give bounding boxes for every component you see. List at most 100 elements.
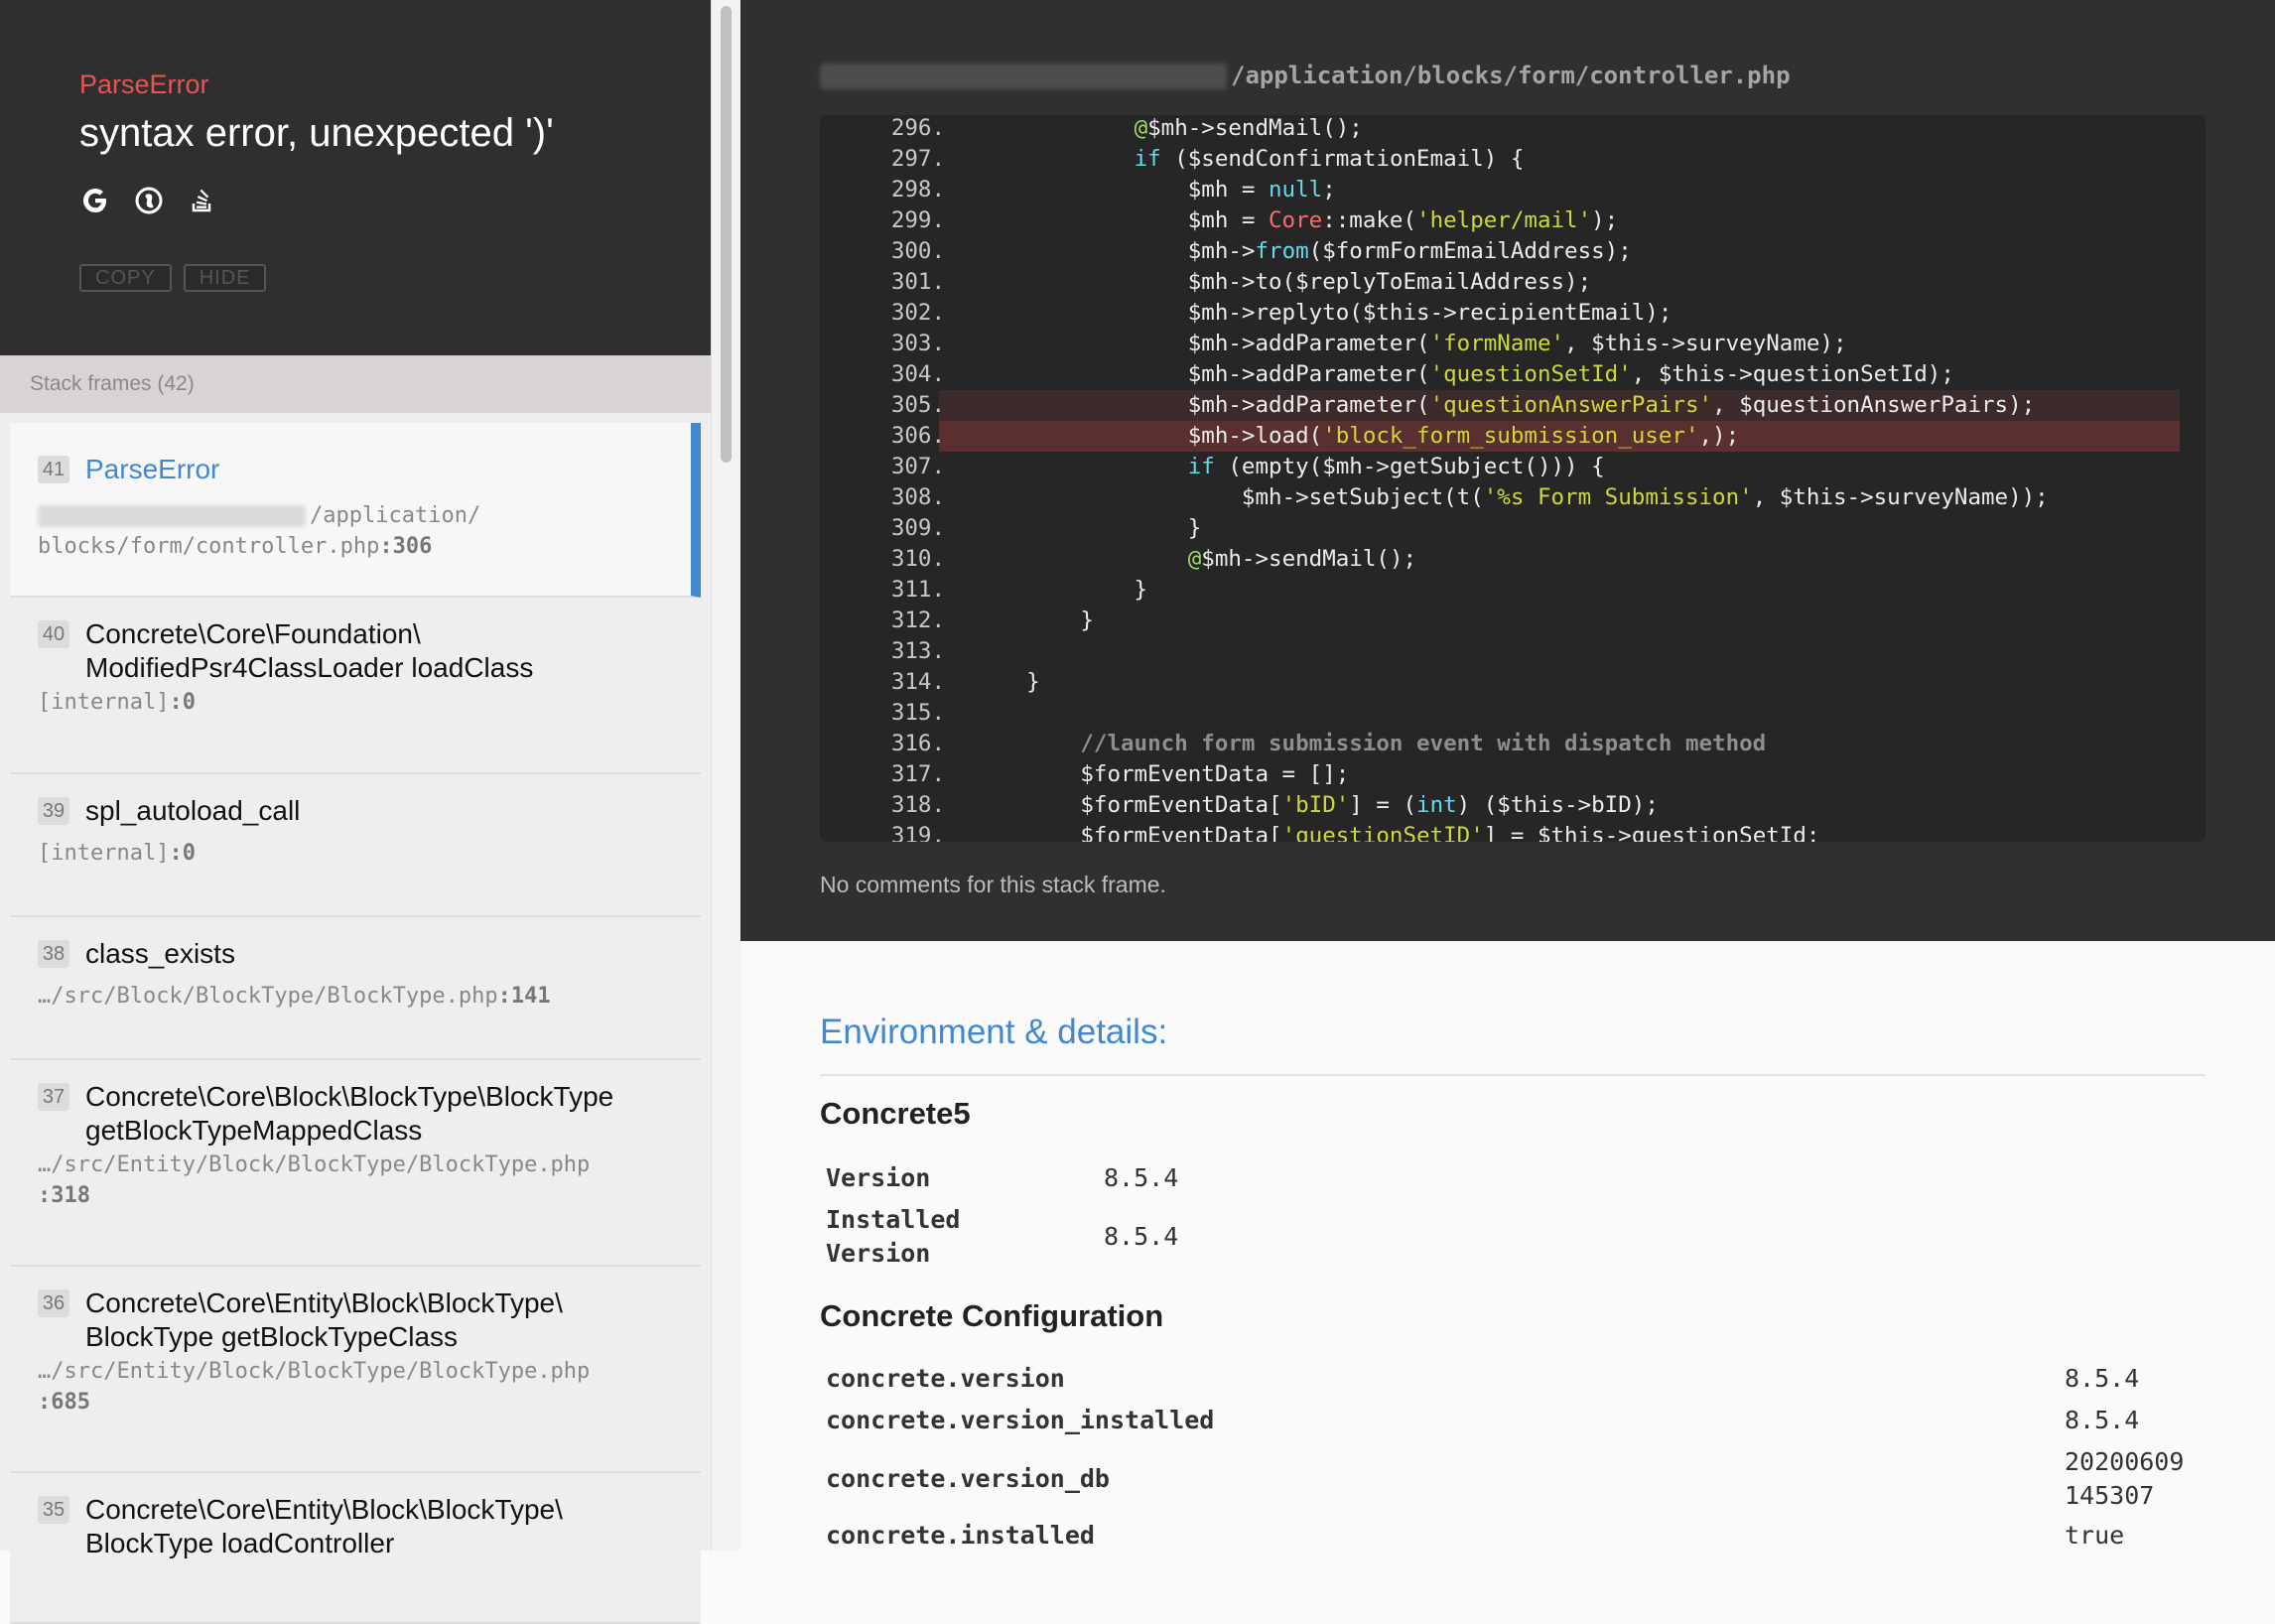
code-text: } xyxy=(973,669,1040,695)
line-number: 310. xyxy=(890,546,945,572)
code-text: $mh = null; xyxy=(973,177,1336,203)
code-text: $mh->from($formFormEmailAddress); xyxy=(973,238,1632,264)
code-line: 304. $mh->addParameter('questionSetId', … xyxy=(820,359,2206,390)
details-title: Environment & details: xyxy=(820,1013,1168,1051)
line-number: 308. xyxy=(890,484,945,510)
error-header: ParseError syntax error, unexpected ')' … xyxy=(0,0,711,355)
exception-class: ParseError xyxy=(79,69,209,99)
frames-count: Stack frames (42) xyxy=(30,372,195,395)
code-line: 316. //launch form submission event with… xyxy=(820,729,2206,759)
line-number: 302. xyxy=(890,300,945,326)
code-text: @$mh->sendMail(); xyxy=(1187,546,1417,572)
config-key: concrete.installed xyxy=(826,1521,1095,1550)
code-text: $mh->to($replyToEmailAddress); xyxy=(973,269,1592,295)
duckduckgo-icon[interactable] xyxy=(133,185,165,216)
line-number: 319. xyxy=(890,823,945,842)
frame-path: /application/blocks/form/controller.php:… xyxy=(38,503,481,559)
code-line: 318. $formEventData['bID'] = (int) ($thi… xyxy=(820,790,2206,821)
line-number: 301. xyxy=(890,269,945,295)
line-number: 305. xyxy=(890,392,945,418)
stack-frame[interactable]: 37 Concrete\Core\Block\BlockType\BlockTyp… xyxy=(10,1060,701,1267)
stack-frame[interactable]: 38 class_exists …/src/Block/BlockType/Bloc… xyxy=(10,917,701,1060)
stack-frame[interactable]: 36 Concrete\Core\Entity\Block\BlockType\ B… xyxy=(10,1267,701,1473)
stack-frame[interactable]: 41 ParseError/application/blocks/form/con… xyxy=(10,423,701,598)
stack-frame[interactable]: 39 spl_autoload_call [internal]:0 xyxy=(10,774,701,917)
frame-line-number: :0 xyxy=(169,841,196,866)
redacted-path xyxy=(820,64,1227,89)
line-number: 304. xyxy=(890,361,945,387)
line-number: 298. xyxy=(890,177,945,203)
frame-line-number: :685 xyxy=(38,1390,90,1415)
code-text: @$mh->sendMail(); xyxy=(1134,115,1363,141)
config-key: concrete.version_db xyxy=(826,1464,1110,1493)
frame-name: Concrete\Core\Entity\Block\BlockType\ Blo… xyxy=(85,1287,563,1352)
frame-path: …/src/Block/BlockType/BlockType.php:141 xyxy=(38,984,551,1009)
search-links xyxy=(79,185,218,216)
code-line: 311. } xyxy=(820,575,2206,606)
google-icon[interactable] xyxy=(79,185,111,216)
frame-path: [internal]:0 xyxy=(38,690,196,715)
stack-frame[interactable]: 40 Concrete\Core\Foundation\ ModifiedPsr4C… xyxy=(10,598,701,774)
line-number: 297. xyxy=(890,146,945,172)
stack-frame[interactable]: 35 Concrete\Core\Entity\Block\BlockType\ B… xyxy=(10,1473,701,1624)
frame-path: [internal]:0 xyxy=(38,841,196,866)
left-scrollbar[interactable] xyxy=(711,0,741,1551)
code-text: $mh->addParameter('questionSetId', $this… xyxy=(973,361,1954,387)
code-text: } xyxy=(973,577,1148,603)
frame-line-number: :318 xyxy=(38,1183,90,1208)
frames-header: Stack frames (42) xyxy=(0,355,711,413)
frame-line-number: :0 xyxy=(169,690,196,715)
details-panel: Environment & details: Concrete5 Concret… xyxy=(740,941,2275,1551)
detail-value: 8.5.4 xyxy=(1104,1222,1179,1251)
config-value: 8.5.4 xyxy=(2065,1364,2140,1393)
code-text: $formEventData['bID'] = (int) ($this->bI… xyxy=(973,792,1659,818)
code-line: 307. if (empty($mh->getSubject())) { xyxy=(820,452,2206,482)
config-value: 8.5.4 xyxy=(2065,1406,2140,1434)
config-key: concrete.version_installed xyxy=(826,1406,1215,1434)
code-line: 315. xyxy=(820,698,2206,729)
line-number: 306. xyxy=(890,423,945,449)
code-line: 308. $mh->setSubject(t('%s Form Submissi… xyxy=(820,482,2206,513)
frame-name: class_exists xyxy=(85,938,235,969)
line-number: 312. xyxy=(890,608,945,633)
code-viewer: 296. @$mh->sendMail(); 297. if ($sendConf… xyxy=(820,115,2206,842)
code-text: if ($sendConfirmationEmail) { xyxy=(1134,146,1525,172)
code-line: 312. } xyxy=(820,606,2206,636)
line-number: 303. xyxy=(890,331,945,356)
code-line: 301. $mh->to($replyToEmailAddress); xyxy=(820,267,2206,298)
frame-number: 36 xyxy=(38,1289,69,1317)
line-number: 315. xyxy=(890,700,945,726)
code-text: $mh = Core::make('helper/mail'); xyxy=(973,207,1619,233)
code-text: $formEventData = []; xyxy=(973,761,1350,787)
code-line: 303. $mh->addParameter('formName', $this… xyxy=(820,329,2206,359)
frame-name: Concrete\Core\Foundation\ ModifiedPsr4Cla… xyxy=(85,618,534,683)
redacted-path xyxy=(38,505,306,527)
error-buttons: COPY HIDE xyxy=(79,264,267,292)
code-text: } xyxy=(973,608,1094,633)
code-line: 306. $mh->load('block_form_submission_us… xyxy=(891,421,2180,452)
line-number: 314. xyxy=(890,669,945,695)
exception-message: syntax error, unexpected ')' xyxy=(79,111,554,155)
frame-name: spl_autoload_call xyxy=(85,795,301,826)
line-number: 299. xyxy=(890,207,945,233)
section-configuration: Concrete Configuration xyxy=(820,1298,1164,1333)
copy-button[interactable]: COPY xyxy=(79,264,172,292)
code-panel: /application/blocks/form/controller.php … xyxy=(740,0,2275,941)
code-line: 314. } xyxy=(820,667,2206,698)
code-text: $mh->load('block_form_submission_user',)… xyxy=(973,423,1740,449)
detail-value: 8.5.4 xyxy=(1104,1163,1179,1192)
frame-line-number: :306 xyxy=(379,534,433,559)
config-key: concrete.version xyxy=(826,1364,1065,1393)
stackoverflow-icon[interactable] xyxy=(187,185,218,216)
line-number: 309. xyxy=(890,515,945,541)
code-line: 309. } xyxy=(820,513,2206,544)
frame-path: …/src/Entity/Block/BlockType/BlockType.p… xyxy=(38,1359,591,1415)
code-text: if (empty($mh->getSubject())) { xyxy=(1187,454,1605,479)
frame-number: 35 xyxy=(38,1496,69,1524)
frame-line-number: :141 xyxy=(497,984,551,1009)
frame-number: 37 xyxy=(38,1083,69,1111)
code-line: 300. $mh->from($formFormEmailAddress); xyxy=(820,236,2206,267)
scrollbar-thumb[interactable] xyxy=(721,6,732,463)
frames-list: 41 ParseError/application/blocks/form/con… xyxy=(10,423,701,1624)
hide-button[interactable]: HIDE xyxy=(183,264,267,292)
